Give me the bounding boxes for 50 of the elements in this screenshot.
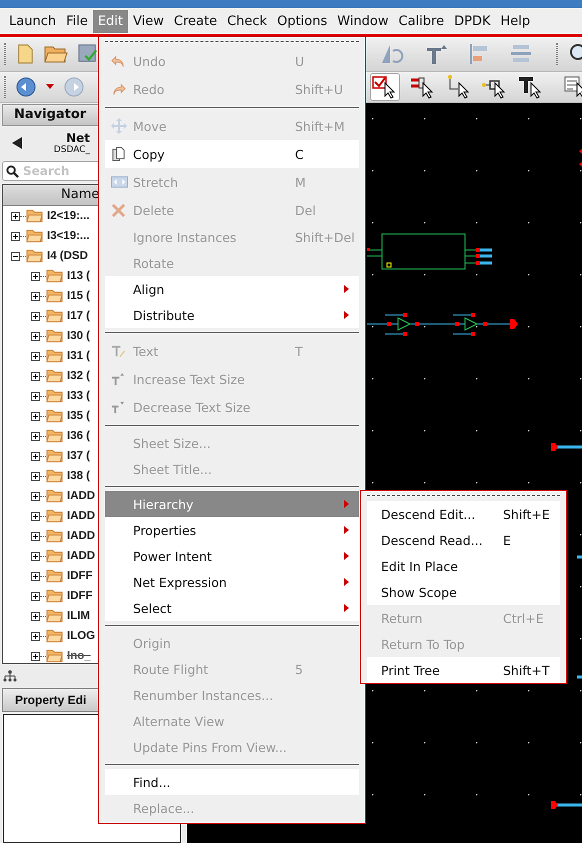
tree-item[interactable]: I17 ( bbox=[67, 310, 90, 322]
menu-bar-item[interactable]: Edit bbox=[92, 10, 128, 32]
tree-item[interactable]: I4 (DSD bbox=[47, 250, 88, 262]
tree-item[interactable]: I37 ( bbox=[67, 450, 90, 462]
tree-item[interactable]: I30 ( bbox=[67, 330, 90, 342]
menu-item[interactable]: Edit In Place bbox=[367, 553, 560, 579]
net-label: Net bbox=[66, 131, 90, 145]
tree-item[interactable]: I36 ( bbox=[67, 430, 90, 442]
menu-bar-item[interactable]: File bbox=[61, 10, 93, 32]
tree-item[interactable]: I3<19:... bbox=[47, 230, 90, 242]
tree-item[interactable]: IDFF bbox=[67, 570, 93, 582]
menu-item[interactable]: Print Tree Shift+T bbox=[367, 657, 560, 683]
tree-item[interactable]: ILOG bbox=[67, 630, 96, 642]
menu-item[interactable]: Distribute bbox=[105, 302, 359, 328]
menu-bar-item[interactable]: Check bbox=[222, 10, 272, 32]
menu-bar-item[interactable]: Calibre bbox=[394, 10, 450, 32]
menu-bar-item[interactable]: View bbox=[128, 10, 169, 32]
menu-item[interactable]: Hierarchy bbox=[105, 491, 359, 517]
tree-item[interactable]: IADD bbox=[67, 510, 96, 522]
menu-item[interactable]: Select bbox=[105, 595, 359, 621]
tree-item[interactable]: IADD bbox=[67, 490, 96, 502]
menu-item[interactable]: Power Intent bbox=[105, 543, 359, 569]
tree-item[interactable]: I2<19:... bbox=[47, 210, 90, 222]
menu-bar-item[interactable]: Launch bbox=[4, 10, 62, 32]
menu-bar-item[interactable]: Options bbox=[272, 10, 332, 32]
tree-item[interactable]: I31 ( bbox=[67, 350, 90, 362]
tree-item[interactable]: I13 ( bbox=[67, 270, 90, 282]
tree-item[interactable]: IADD bbox=[67, 550, 96, 562]
menu-item[interactable]: Descend Edit... Shift+E bbox=[367, 501, 560, 527]
cell-name: DSDAC_ bbox=[54, 145, 90, 155]
tree-item[interactable]: IADD bbox=[67, 530, 96, 542]
tree-item[interactable]: IDFF bbox=[67, 590, 93, 602]
tree-item[interactable]: ILIM bbox=[67, 610, 90, 622]
menu-item[interactable]: Show Scope bbox=[367, 579, 560, 605]
menu-item[interactable]: Align bbox=[105, 276, 359, 302]
tree-item[interactable]: I32 ( bbox=[67, 370, 90, 382]
tree-item[interactable]: I35 ( bbox=[67, 410, 90, 422]
menu-bar-item[interactable]: DPDK bbox=[449, 10, 496, 32]
menu-bar-item[interactable]: Window bbox=[332, 10, 394, 32]
menu-item[interactable]: Find... bbox=[105, 769, 359, 795]
menu-item[interactable]: Properties bbox=[105, 517, 359, 543]
menu-bar-item[interactable]: Help bbox=[496, 10, 536, 32]
tree-item[interactable]: I38 ( bbox=[67, 470, 90, 482]
menu-item[interactable]: Descend Read... E bbox=[367, 527, 560, 553]
tree-item[interactable]: I15 ( bbox=[67, 290, 90, 302]
menu-bar-item[interactable]: Create bbox=[168, 10, 222, 32]
tree-item[interactable]: Ino_ bbox=[67, 650, 91, 662]
tree-item[interactable]: I33 ( bbox=[67, 390, 90, 402]
menu-item[interactable]: Net Expression bbox=[105, 569, 359, 595]
menu-item[interactable]: Copy C bbox=[105, 140, 359, 168]
